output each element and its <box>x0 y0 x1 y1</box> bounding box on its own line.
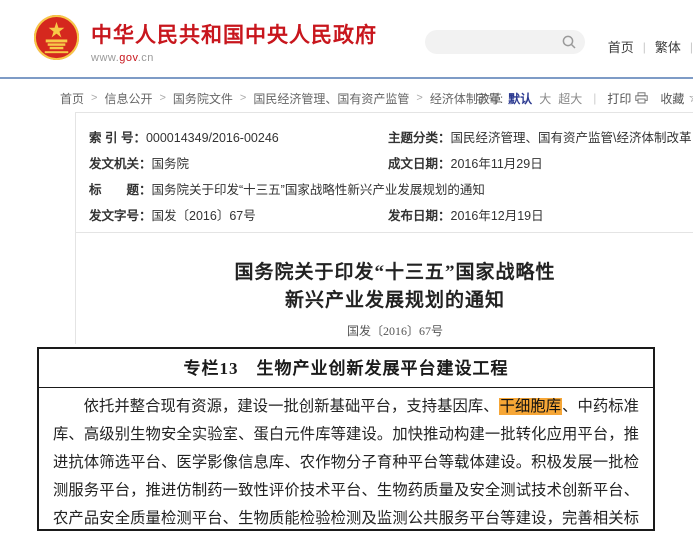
breadcrumb-economy-category[interactable]: 国民经济管理、国有资产监管 <box>253 90 409 107</box>
printer-icon <box>635 92 649 104</box>
print-button[interactable]: 打印 <box>607 90 649 107</box>
meta-value: 国务院 <box>151 157 190 171</box>
breadcrumb-info-disclosure[interactable]: 信息公开 <box>104 90 152 107</box>
body-text-after: 、中药标准库、高级别生物安全实验室、蛋白元件库等建设。加快推动构建一批转化应用平… <box>53 398 639 527</box>
meta-topic-category: 主题分类： 国民经济管理、国有资产监管\经济体制改革 <box>388 125 693 151</box>
chevron-right-icon: > <box>416 92 423 104</box>
search-box[interactable] <box>425 30 585 54</box>
chevron-right-icon: > <box>91 92 98 104</box>
meta-label: 标 题： <box>89 183 152 197</box>
meta-label: 发文机关： <box>89 157 152 171</box>
site-title: 中华人民共和国中央人民政府 <box>91 24 377 47</box>
site-url-www: www. <box>91 52 120 64</box>
meta-label: 成文日期： <box>388 157 451 171</box>
header-rule <box>0 77 693 79</box>
meta-index-number: 索 引 号： 000014349/2016-00246 <box>76 125 388 151</box>
chevron-right-icon: > <box>239 92 247 104</box>
fontsize-xlarge-button[interactable]: 超大 <box>558 90 582 107</box>
page: 中华人民共和国中央人民政府 www.gov.cn 首页 | 繁体 | 首页 > … <box>0 0 693 537</box>
document-number: 国发〔2016〕67号 <box>346 324 443 338</box>
meta-value: 2016年11月29日 <box>450 157 543 171</box>
fontsize-default-button[interactable]: 默认 <box>508 90 532 107</box>
meta-doc-number: 发文字号： 国发〔2016〕67号 <box>76 203 388 229</box>
site-url: www.gov.cn <box>91 52 377 64</box>
body-text-before: 依托并整合现有资源，建设一批创新基础平台，支持基因库、 <box>83 398 499 415</box>
meta-value: 国发〔2016〕67号 <box>151 209 256 223</box>
site-url-cn: .cn <box>137 52 154 64</box>
column13-body: 依托并整合现有资源，建设一批创新基础平台，支持基因库、干细胞库、中药标准库、高级… <box>39 388 653 537</box>
column13-box: 专栏13 生物产业创新发展平台建设工程 依托并整合现有资源，建设一批创新基础平台… <box>37 347 655 531</box>
meta-value: 国民经济管理、国有资产监管\经济体制改革 <box>450 131 692 145</box>
breadcrumb-home[interactable]: 首页 <box>60 90 84 107</box>
meta-publish-date: 发布日期： 2016年12月19日 <box>388 203 693 229</box>
site-identity: 中华人民共和国中央人民政府 www.gov.cn <box>91 19 377 64</box>
chevron-right-icon: > <box>159 92 166 104</box>
top-nav: 首页 | 繁体 | <box>608 37 693 56</box>
print-label: 打印 <box>607 91 632 106</box>
meta-row: 发文字号： 国发〔2016〕67号 发布日期： 2016年12月19日 <box>76 203 693 229</box>
meta-label: 索 引 号： <box>89 131 146 145</box>
meta-label: 发文字号： <box>89 209 152 223</box>
breadcrumb-state-council-docs[interactable]: 国务院文件 <box>173 90 233 107</box>
top-nav-home[interactable]: 首页 <box>608 37 634 56</box>
meta-row: 发文机关： 国务院 成文日期： 2016年11月29日 <box>76 151 693 177</box>
highlighted-keyword: 干细胞库 <box>498 398 563 415</box>
meta-row: 标 题： 国务院关于印发“十三五”国家战略性新兴产业发展规划的通知 <box>76 177 693 203</box>
meta-issuing-agency: 发文机关： 国务院 <box>76 151 388 177</box>
document-title-line1: 国务院关于印发“十三五”国家战略性 <box>234 262 556 283</box>
column13-title: 专栏13 生物产业创新发展平台建设工程 <box>39 349 653 388</box>
favorite-label: 收藏 <box>660 91 685 106</box>
meta-title: 标 题： 国务院关于印发“十三五”国家战略性新兴产业发展规划的通知 <box>76 177 693 203</box>
site-header: 中华人民共和国中央人民政府 www.gov.cn 首页 | 繁体 | <box>0 0 693 77</box>
divider: | <box>642 39 646 54</box>
fontsize-large-button[interactable]: 大 <box>539 90 551 107</box>
search-icon[interactable] <box>562 35 576 49</box>
document-title-line2: 新兴产业发展规划的通知 <box>284 290 505 311</box>
meta-label: 发布日期： <box>388 209 451 223</box>
document-metadata-panel: 索 引 号： 000014349/2016-00246 主题分类： 国民经济管理… <box>75 112 693 240</box>
meta-written-date: 成文日期： 2016年11月29日 <box>388 151 693 177</box>
meta-value: 国务院关于印发“十三五”国家战略性新兴产业发展规划的通知 <box>151 183 485 197</box>
meta-value: 000014349/2016-00246 <box>145 131 279 145</box>
site-url-gov: gov <box>119 52 138 64</box>
fontsize-label: 字号: <box>475 91 504 106</box>
breadcrumb: 首页 > 信息公开 > 国务院文件 > 国民经济管理、国有资产监管 > 经济体制… <box>60 88 693 108</box>
meta-label: 主题分类： <box>388 131 451 145</box>
meta-value: 2016年12月19日 <box>450 209 544 223</box>
star-icon: ☆ <box>688 90 693 106</box>
search-input[interactable] <box>435 30 555 54</box>
document-title-box: 国务院关于印发“十三五”国家战略性 新兴产业发展规划的通知 国发〔2016〕67… <box>75 232 693 344</box>
top-nav-traditional[interactable]: 繁体 <box>655 37 681 56</box>
national-emblem-icon <box>33 14 80 61</box>
favorite-button[interactable]: 收藏 ☆ <box>660 90 693 107</box>
meta-row: 索 引 号： 000014349/2016-00246 主题分类： 国民经济管理… <box>76 125 693 151</box>
divider: | <box>593 91 597 105</box>
